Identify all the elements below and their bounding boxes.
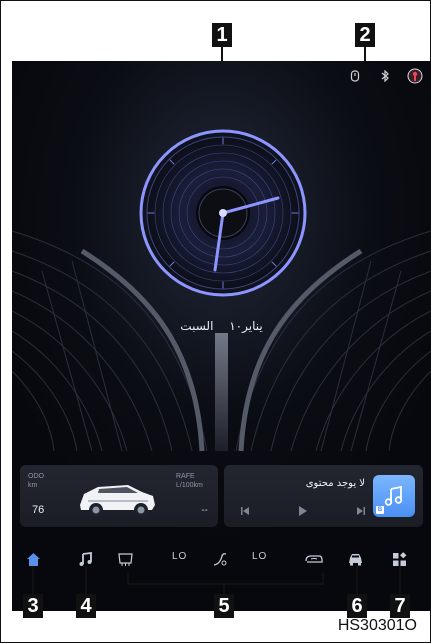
callout-5-line bbox=[223, 584, 225, 594]
callout-5-bracket bbox=[127, 573, 324, 585]
callout-5: 5 bbox=[214, 594, 234, 618]
previous-icon[interactable] bbox=[238, 504, 252, 518]
next-icon[interactable] bbox=[354, 504, 368, 518]
album-art[interactable]: B bbox=[373, 475, 415, 517]
odo-label: ODO km bbox=[28, 473, 44, 489]
callout-6-line bbox=[356, 566, 358, 594]
profile-icon[interactable] bbox=[407, 68, 423, 84]
car-image bbox=[80, 485, 155, 517]
bottom-nav-bar: LO LO bbox=[12, 543, 431, 575]
album-badge-icon: B bbox=[376, 506, 384, 514]
rear-defrost-icon[interactable] bbox=[115, 549, 135, 569]
status-bar bbox=[347, 68, 423, 84]
callout-1: 1 bbox=[212, 23, 232, 47]
media-card[interactable]: لا يوجد محتوى B bbox=[224, 465, 423, 527]
callout-4: 4 bbox=[76, 594, 96, 618]
callout-3: 3 bbox=[23, 594, 43, 618]
infotainment-screen: يناير١٠ السبت ODO km 76 RAFE L/100km -- … bbox=[12, 61, 431, 611]
rafe-label: RAFE L/100km bbox=[176, 473, 203, 489]
fan-icon[interactable] bbox=[211, 549, 231, 569]
analog-clock bbox=[138, 128, 308, 298]
day-name: السبت bbox=[180, 319, 214, 333]
left-temperature[interactable]: LO bbox=[172, 551, 187, 562]
vehicle-info-card[interactable]: ODO km 76 RAFE L/100km -- bbox=[20, 465, 218, 527]
date-label: يناير١٠ السبت bbox=[12, 319, 431, 333]
odo-value: 76 bbox=[32, 504, 45, 516]
date-text: يناير١٠ bbox=[229, 319, 263, 333]
callout-6: 6 bbox=[347, 594, 367, 618]
right-temperature[interactable]: LO bbox=[252, 551, 267, 562]
callout-7-line bbox=[399, 566, 401, 594]
callout-4-line bbox=[85, 566, 87, 594]
rafe-value: -- bbox=[201, 505, 208, 516]
bluetooth-icon bbox=[377, 68, 393, 84]
document-code: HS30301O bbox=[337, 617, 417, 634]
play-icon[interactable] bbox=[296, 504, 310, 518]
callout-2: 2 bbox=[355, 23, 375, 47]
media-controls bbox=[238, 504, 368, 518]
callout-3-line bbox=[32, 566, 34, 594]
media-title: لا يوجد محتوى bbox=[305, 478, 365, 489]
usb-icon bbox=[347, 68, 363, 84]
callout-7: 7 bbox=[390, 594, 410, 618]
car-settings-icon[interactable] bbox=[345, 549, 365, 569]
recirculation-icon[interactable] bbox=[304, 549, 324, 569]
